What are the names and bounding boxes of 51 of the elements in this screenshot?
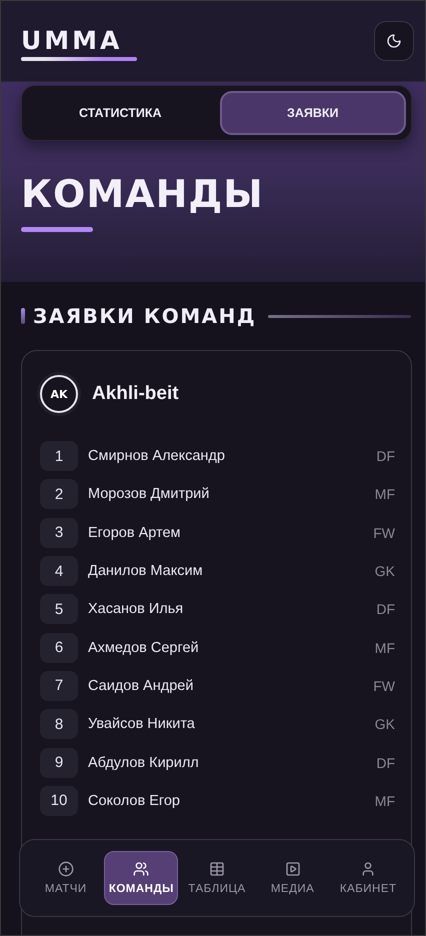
tab[interactable]: ЗАЯВКИ	[220, 91, 406, 135]
player-position: MF	[374, 640, 395, 656]
users-icon	[133, 861, 150, 877]
player-name: Соколов Егор	[88, 792, 181, 809]
player-position: DF	[376, 754, 395, 771]
user-icon	[360, 861, 376, 877]
player-number: 5	[40, 594, 78, 624]
table-icon	[208, 861, 225, 877]
player-name: Абдулов Кирилл	[88, 754, 200, 771]
player-number: 9	[40, 748, 78, 778]
player-name: Егоров Артем	[88, 524, 182, 541]
page-title: КОМАНДЫ	[21, 175, 265, 213]
nav-item[interactable]: МАТЧИ	[28, 851, 103, 905]
player-number: 10	[40, 786, 78, 816]
team-avatar: AK	[40, 375, 78, 413]
team-name: Akhli-beit	[92, 383, 179, 405]
title-underline	[21, 227, 93, 232]
player-position: FW	[373, 678, 395, 694]
play-icon	[284, 861, 301, 877]
nav-item[interactable]: МЕДИА	[256, 851, 330, 905]
player-number: 6	[40, 632, 78, 663]
player-name: Увайсов Никита	[88, 716, 196, 732]
player-position: MF	[374, 792, 395, 809]
section-title: ЗАЯВКИ КОМАНД	[33, 304, 256, 328]
player-position: DF	[376, 448, 395, 464]
tab[interactable]: СТАТИСТИКА	[27, 91, 214, 135]
player-position: DF	[376, 601, 395, 618]
theme-toggle-button[interactable]	[374, 21, 414, 61]
player-name: Саидов Андрей	[88, 678, 194, 694]
player-name: Хасанов Илья	[88, 601, 184, 618]
player-number: 4	[40, 556, 78, 586]
logo: UMMA	[21, 28, 124, 52]
player-position: FW	[373, 524, 395, 541]
player-name: Ахмедов Сергей	[88, 640, 200, 656]
moon-icon	[386, 33, 402, 49]
player-number: 3	[40, 518, 78, 548]
player-number: 2	[40, 479, 78, 510]
player-number: 8	[40, 709, 78, 740]
section-marker	[21, 308, 25, 324]
nav-item[interactable]: ТАБЛИЦА	[180, 851, 254, 905]
nav-item[interactable]: КАБИНЕТ	[331, 851, 406, 905]
player-position: GK	[374, 716, 395, 732]
player-number: 7	[40, 670, 78, 701]
nav-item[interactable]: КОМАНДЫ	[104, 851, 178, 905]
player-position: MF	[374, 486, 395, 502]
player-position: GK	[374, 563, 395, 580]
plus-circle-icon	[58, 861, 74, 877]
player-number: 1	[40, 441, 78, 472]
player-name: Морозов Дмитрий	[88, 486, 210, 502]
player-name: Данилов Максим	[88, 563, 204, 580]
player-name: Смирнов Александр	[88, 448, 226, 464]
